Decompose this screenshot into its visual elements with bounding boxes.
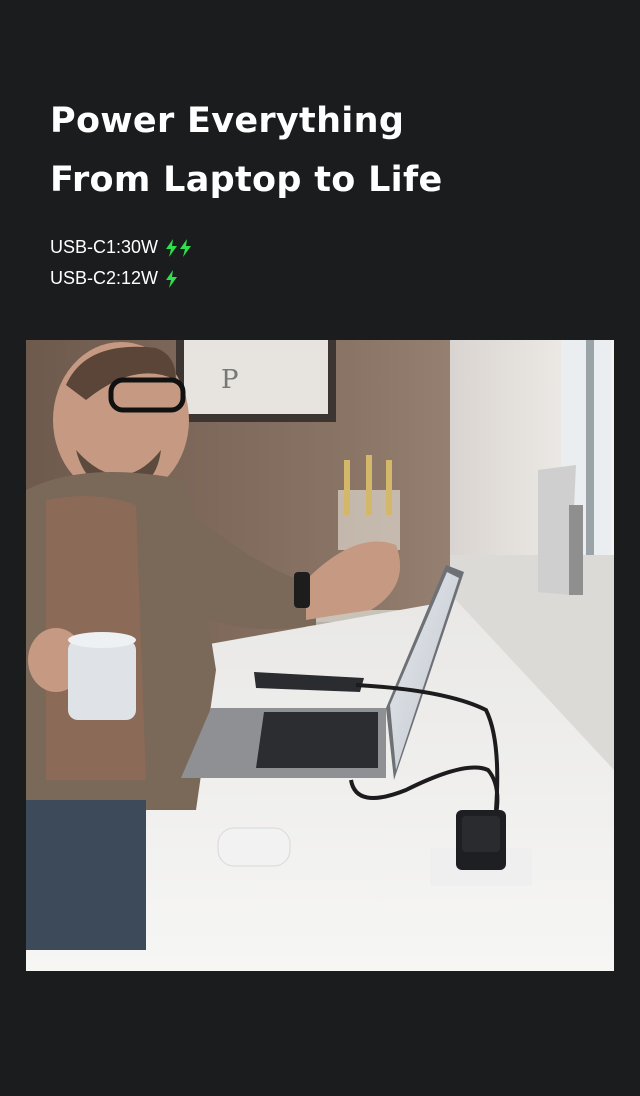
spec-usb-c1-bolts bbox=[165, 238, 192, 257]
headline: Power Everything From Laptop to Life bbox=[50, 92, 443, 210]
spec-usb-c1-label: USB-C1:30W bbox=[50, 237, 159, 257]
spec-usb-c2: USB-C2:12W bbox=[50, 263, 192, 294]
lightning-bolt-icon bbox=[166, 269, 178, 288]
spec-usb-c2-label: USB-C2:12W bbox=[50, 268, 159, 288]
port-specs: USB-C1:30W USB-C2:12W bbox=[50, 232, 192, 294]
spec-usb-c2-bolts bbox=[165, 269, 178, 288]
lightning-bolt-icon bbox=[180, 238, 192, 257]
lightning-bolt-icon bbox=[166, 238, 178, 257]
lifestyle-photo: P bbox=[26, 340, 614, 971]
headline-line-2: From Laptop to Life bbox=[50, 160, 443, 200]
frame-letter: P bbox=[221, 365, 239, 395]
spec-usb-c1: USB-C1:30W bbox=[50, 232, 192, 263]
headline-line-1: Power Everything bbox=[50, 101, 405, 141]
